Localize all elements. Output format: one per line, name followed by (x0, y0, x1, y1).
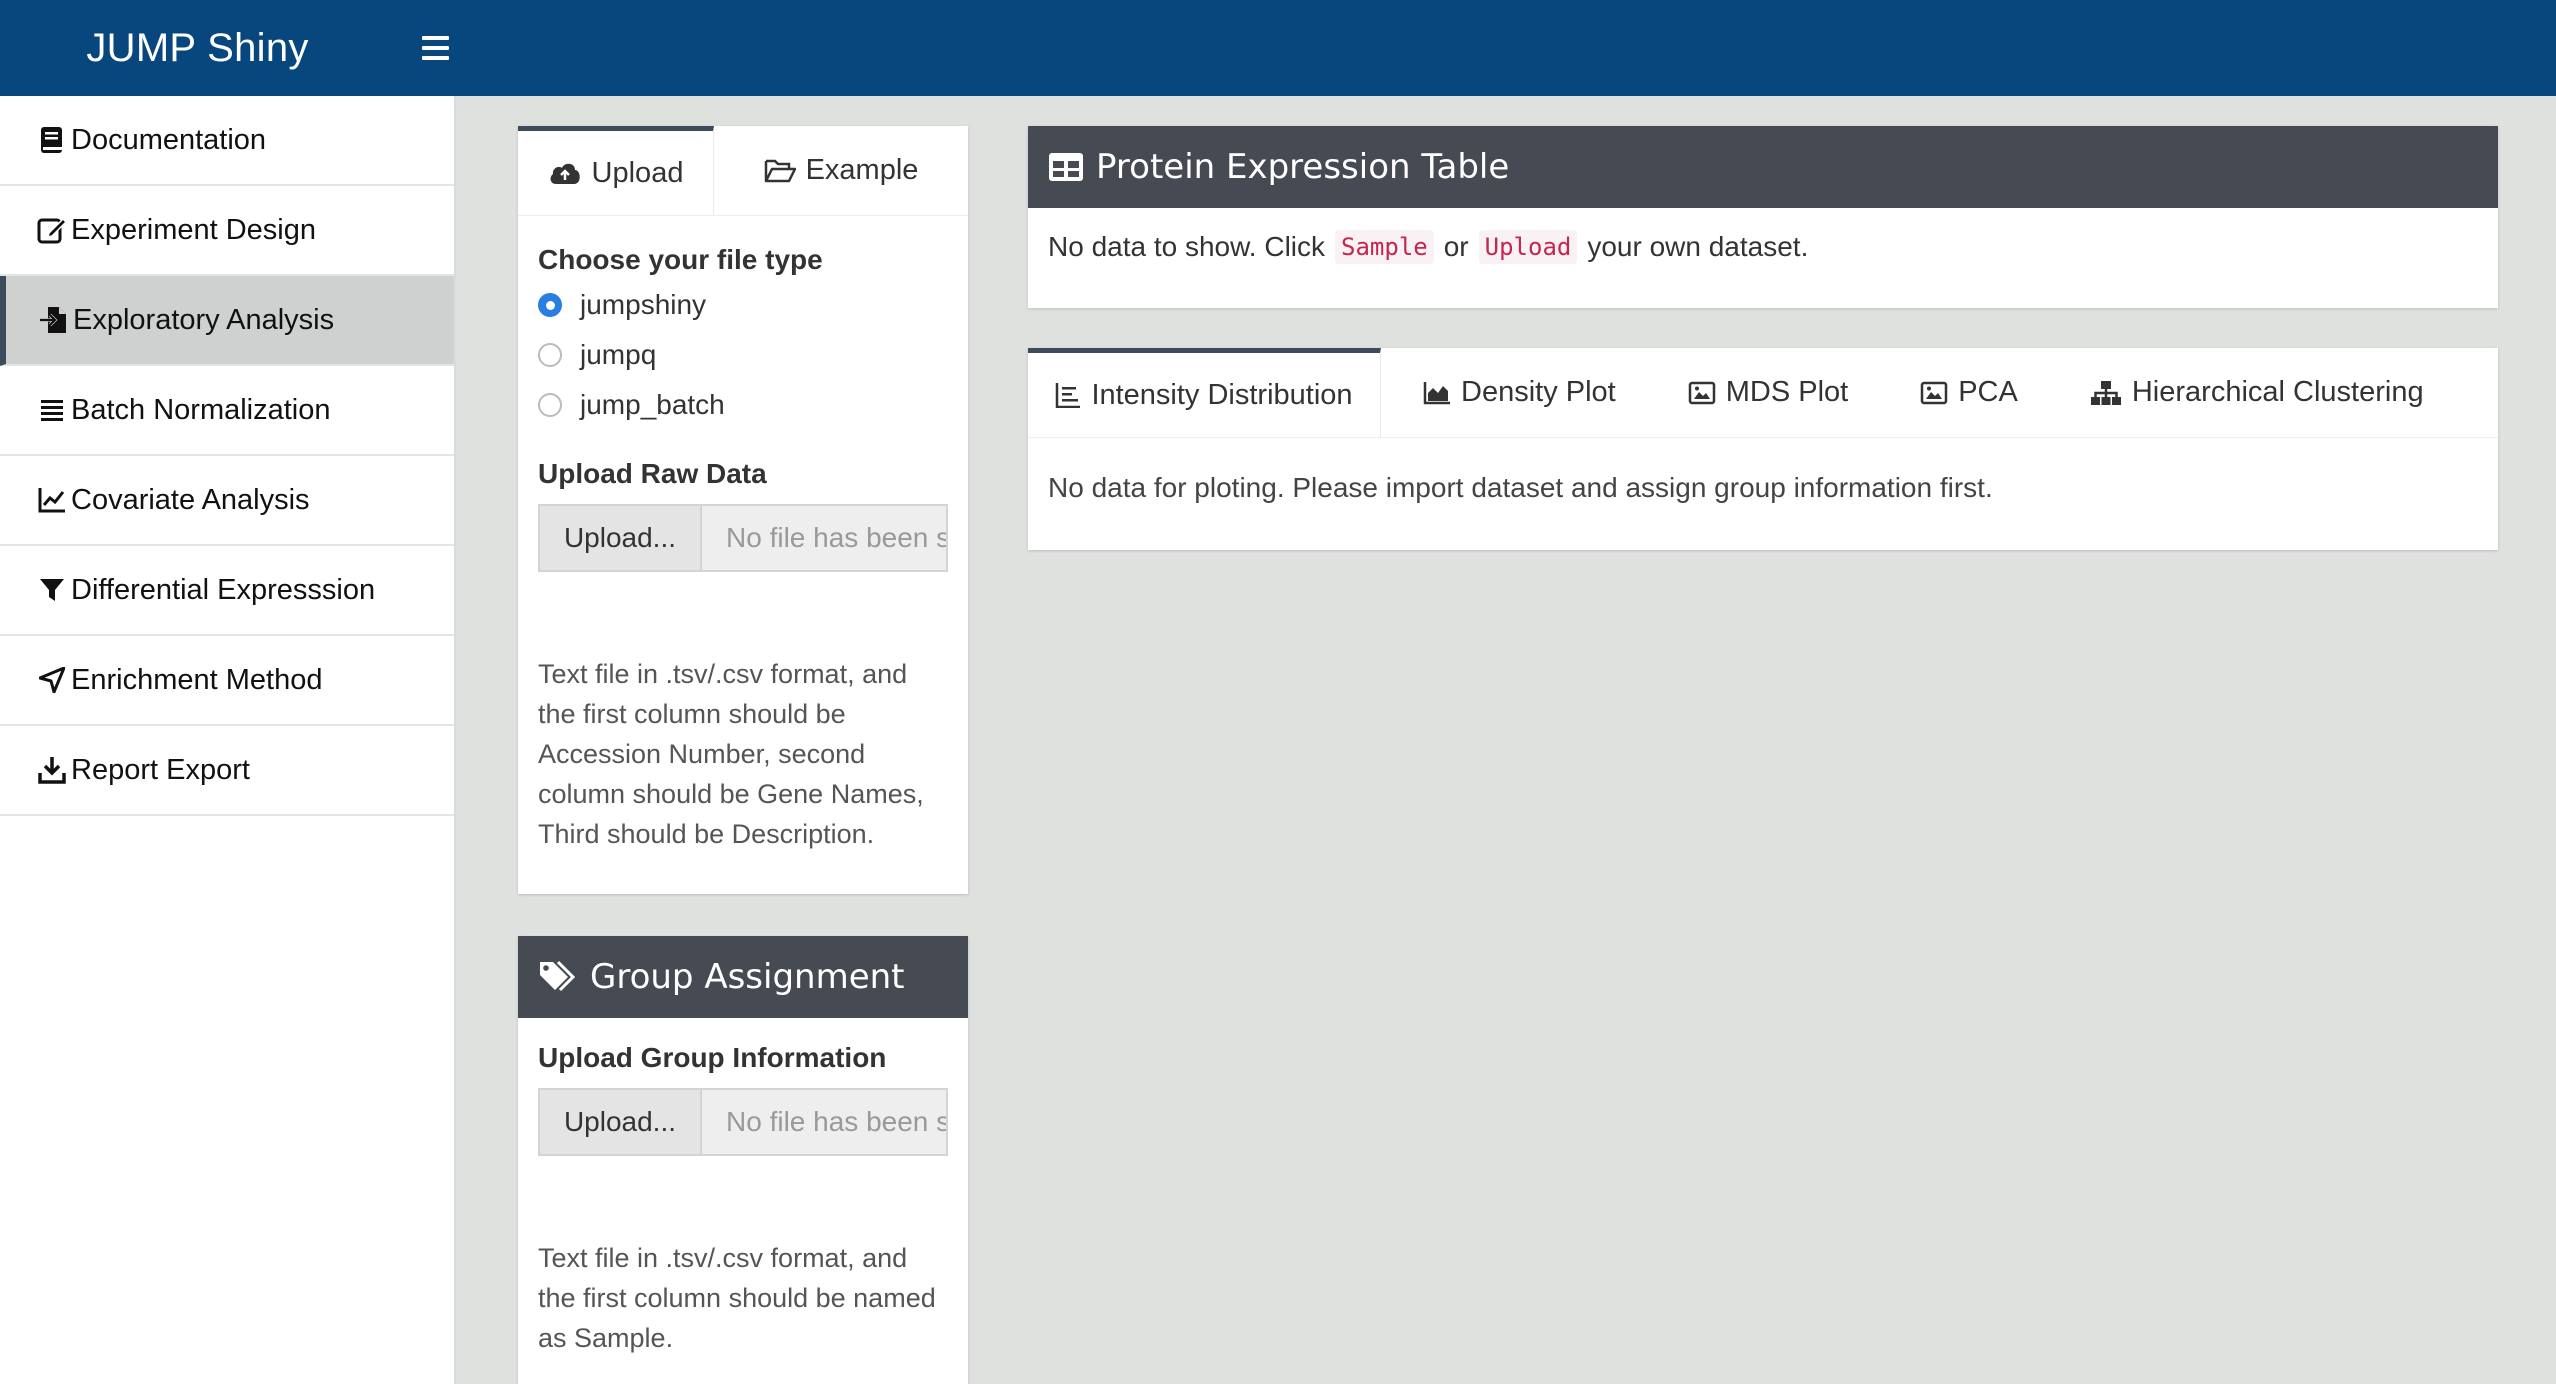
radio-jumpshiny[interactable]: jumpshiny (538, 280, 948, 330)
plot-tab-box: Intensity Distribution Density Plot MDS … (1028, 348, 2498, 550)
tab-label: Intensity Distribution (1091, 378, 1353, 411)
group-assignment-box: Group Assignment Upload Group Informatio… (518, 936, 968, 1384)
sidebar-item-differential-expression[interactable]: Differential Expresssion (0, 546, 454, 636)
tab-intensity-distribution[interactable]: Intensity Distribution (1028, 348, 1381, 437)
protein-expression-title: Protein Expression Table (1096, 147, 1510, 187)
upload-code: Upload (1478, 230, 1578, 264)
group-help-text: Text file in .tsv/.csv format, and the f… (538, 1243, 936, 1353)
radio-label: jumpshiny (580, 289, 707, 320)
sidebar-item-label: Batch Normalization (71, 393, 331, 426)
raw-data-file-name[interactable]: No file has been selected (702, 506, 946, 570)
top-header: JUMP Shiny (0, 0, 2556, 96)
tab-label: Upload (591, 156, 684, 189)
tab-label: PCA (1958, 376, 2018, 408)
protein-expression-header: Protein Expression Table (1028, 126, 2498, 208)
sidebar-item-label: Exploratory Analysis (73, 303, 335, 336)
tab-pca[interactable]: PCA (1920, 348, 2018, 437)
protein-empty-message: No data to show. Click Sample or Upload … (1028, 208, 2498, 286)
sidebar-item-covariate-analysis[interactable]: Covariate Analysis (0, 456, 454, 546)
radio-button[interactable] (538, 393, 562, 417)
location-arrow-icon (34, 662, 70, 698)
file-type-label: Choose your file type (538, 244, 823, 275)
list-icon (34, 392, 70, 428)
sidebar-item-documentation[interactable]: Documentation (0, 96, 454, 186)
tab-label: Example (805, 154, 919, 186)
sitemap-icon (2090, 380, 2122, 406)
align-left-icon (1055, 382, 1081, 408)
file-import-icon (36, 302, 72, 338)
upload-tabs: Upload Example (518, 126, 968, 216)
sidebar-item-report-export[interactable]: Report Export (0, 726, 454, 816)
group-file-input[interactable]: Upload... No file has been selected (538, 1088, 948, 1156)
message-text: No data to show. Click (1048, 231, 1326, 262)
app-title[interactable]: JUMP Shiny (0, 0, 395, 96)
sidebar-item-enrichment-method[interactable]: Enrichment Method (0, 636, 454, 726)
sidebar-item-batch-normalization[interactable]: Batch Normalization (0, 366, 454, 456)
sample-code: Sample (1335, 230, 1434, 264)
raw-data-help-text: Text file in .tsv/.csv format, and the f… (538, 659, 924, 849)
line-chart-icon (34, 482, 70, 518)
radio-label: jumpq (580, 339, 657, 370)
tab-upload[interactable]: Upload (518, 126, 714, 215)
radio-jump-batch[interactable]: jump_batch (538, 380, 948, 430)
area-chart-icon (1423, 381, 1451, 405)
sidebar-item-label: Covariate Analysis (71, 483, 310, 516)
tab-hierarchical-clustering[interactable]: Hierarchical Clustering (2090, 348, 2424, 437)
tags-icon (538, 960, 578, 994)
message-text: or (1443, 231, 1469, 262)
table-icon (1048, 152, 1084, 182)
group-assignment-header: Group Assignment (518, 936, 968, 1018)
image-icon (1688, 381, 1716, 405)
tab-example[interactable]: Example (714, 126, 968, 215)
raw-data-file-input[interactable]: Upload... No file has been selected (538, 504, 948, 572)
download-icon (34, 752, 70, 788)
radio-label: jump_batch (580, 389, 725, 420)
message-text: your own dataset. (1587, 231, 1809, 262)
group-assignment-title: Group Assignment (590, 957, 905, 997)
sidebar-item-label: Report Export (71, 753, 250, 786)
radio-button[interactable] (538, 343, 562, 367)
folder-open-icon (764, 158, 796, 184)
raw-data-upload-button[interactable]: Upload... (540, 506, 702, 570)
sidebar: Documentation Experiment Design Explorat… (0, 96, 456, 1384)
group-info-label: Upload Group Information (538, 1042, 887, 1073)
sidebar-item-label: Documentation (71, 123, 267, 156)
tab-mds-plot[interactable]: MDS Plot (1688, 348, 1848, 437)
tab-label: Hierarchical Clustering (2131, 376, 2424, 408)
sidebar-item-experiment-design[interactable]: Experiment Design (0, 186, 454, 276)
tab-label: Density Plot (1461, 376, 1616, 408)
file-type-radio-group: jumpshiny jumpq jump_batch (538, 280, 948, 430)
sidebar-toggle-icon[interactable] (422, 30, 458, 66)
radio-button-checked[interactable] (538, 293, 562, 317)
sidebar-item-label: Differential Expresssion (71, 573, 376, 606)
protein-expression-box: Protein Expression Table No data to show… (1028, 126, 2498, 308)
raw-data-label: Upload Raw Data (538, 458, 767, 489)
filter-icon (34, 572, 70, 608)
group-file-name[interactable]: No file has been selected (702, 1090, 946, 1154)
image-icon (1920, 381, 1948, 405)
sidebar-item-label: Enrichment Method (71, 663, 323, 696)
radio-jumpq[interactable]: jumpq (538, 330, 948, 380)
tab-label: MDS Plot (1725, 376, 1849, 408)
book-icon (34, 122, 70, 158)
group-upload-button[interactable]: Upload... (540, 1090, 702, 1154)
plot-tabs: Intensity Distribution Density Plot MDS … (1028, 348, 2498, 438)
sidebar-item-label: Experiment Design (71, 213, 316, 246)
edit-icon (34, 212, 70, 248)
upload-tab-box: Upload Example Choose your file type jum… (518, 126, 968, 894)
cloud-upload-icon (548, 160, 582, 186)
sidebar-item-exploratory-analysis[interactable]: Exploratory Analysis (0, 276, 454, 366)
plot-empty-message: No data for ploting. Please import datas… (1048, 472, 1993, 503)
tab-density-plot[interactable]: Density Plot (1423, 348, 1616, 437)
